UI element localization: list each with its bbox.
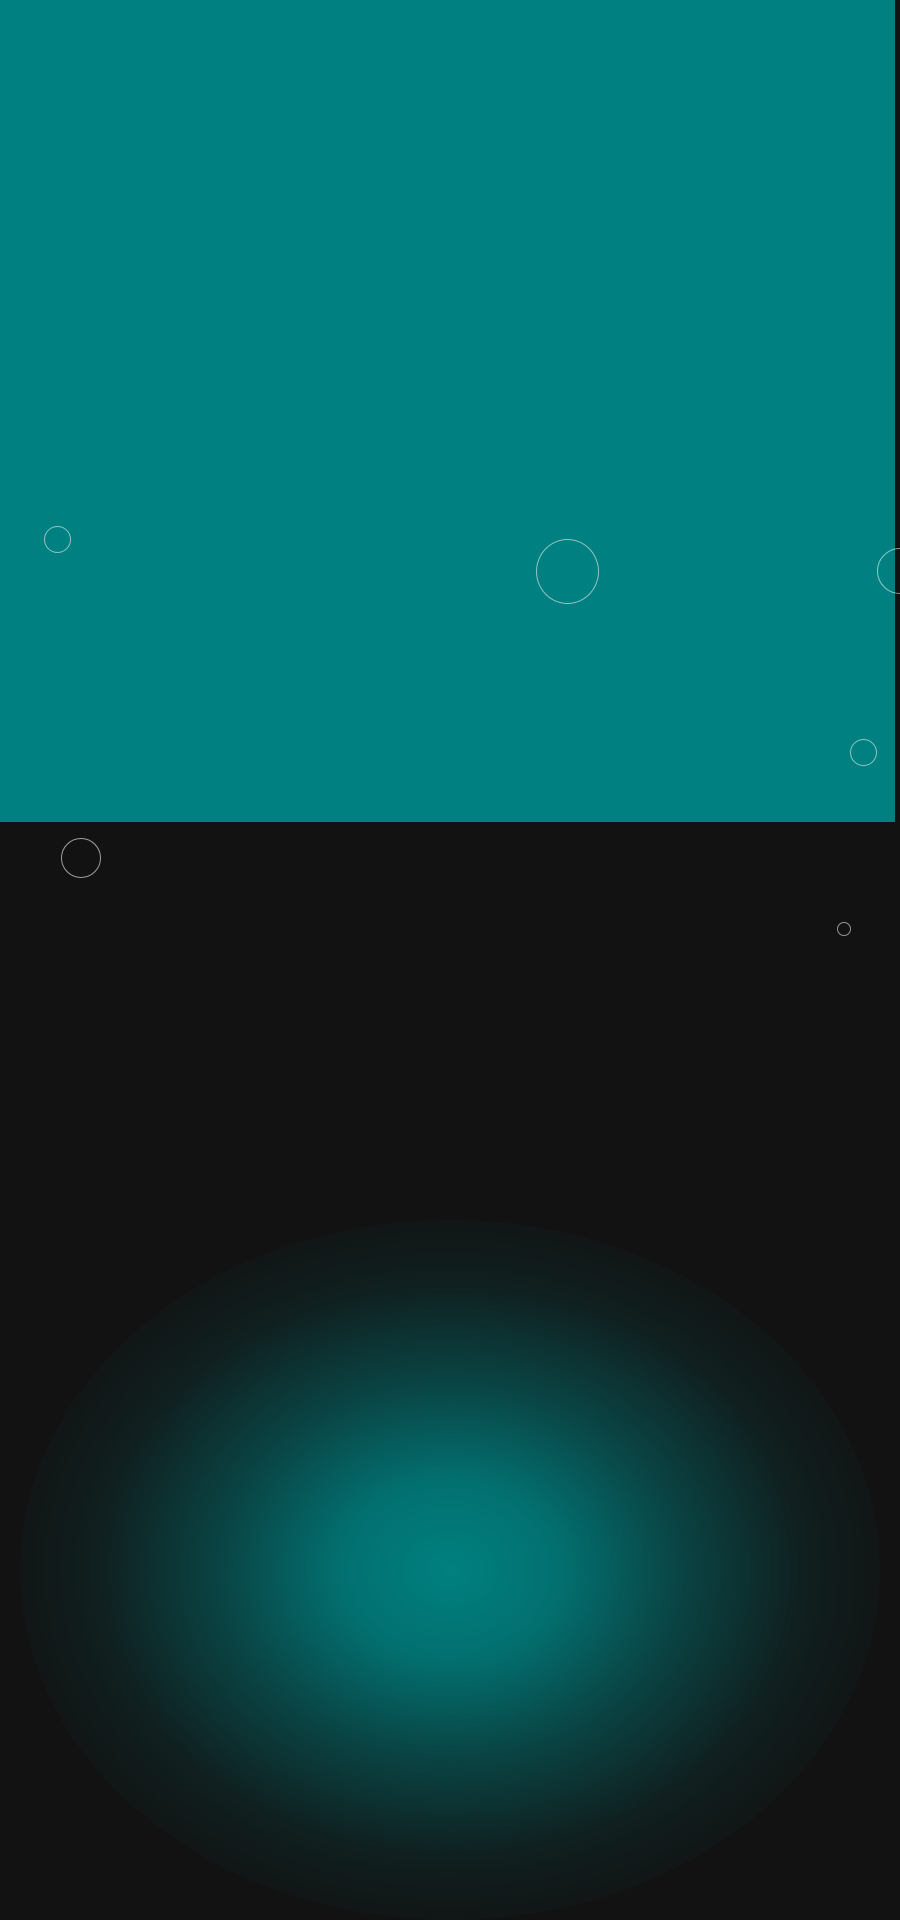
bubble-6: [837, 922, 851, 936]
teal-glow: [20, 1220, 880, 1920]
bubble-2: [536, 539, 599, 604]
bubble-4: [850, 739, 877, 766]
hero-panel: [0, 0, 895, 822]
bubble-5: [61, 838, 101, 878]
page: [0, 0, 900, 1920]
bubble-1: [44, 526, 71, 553]
